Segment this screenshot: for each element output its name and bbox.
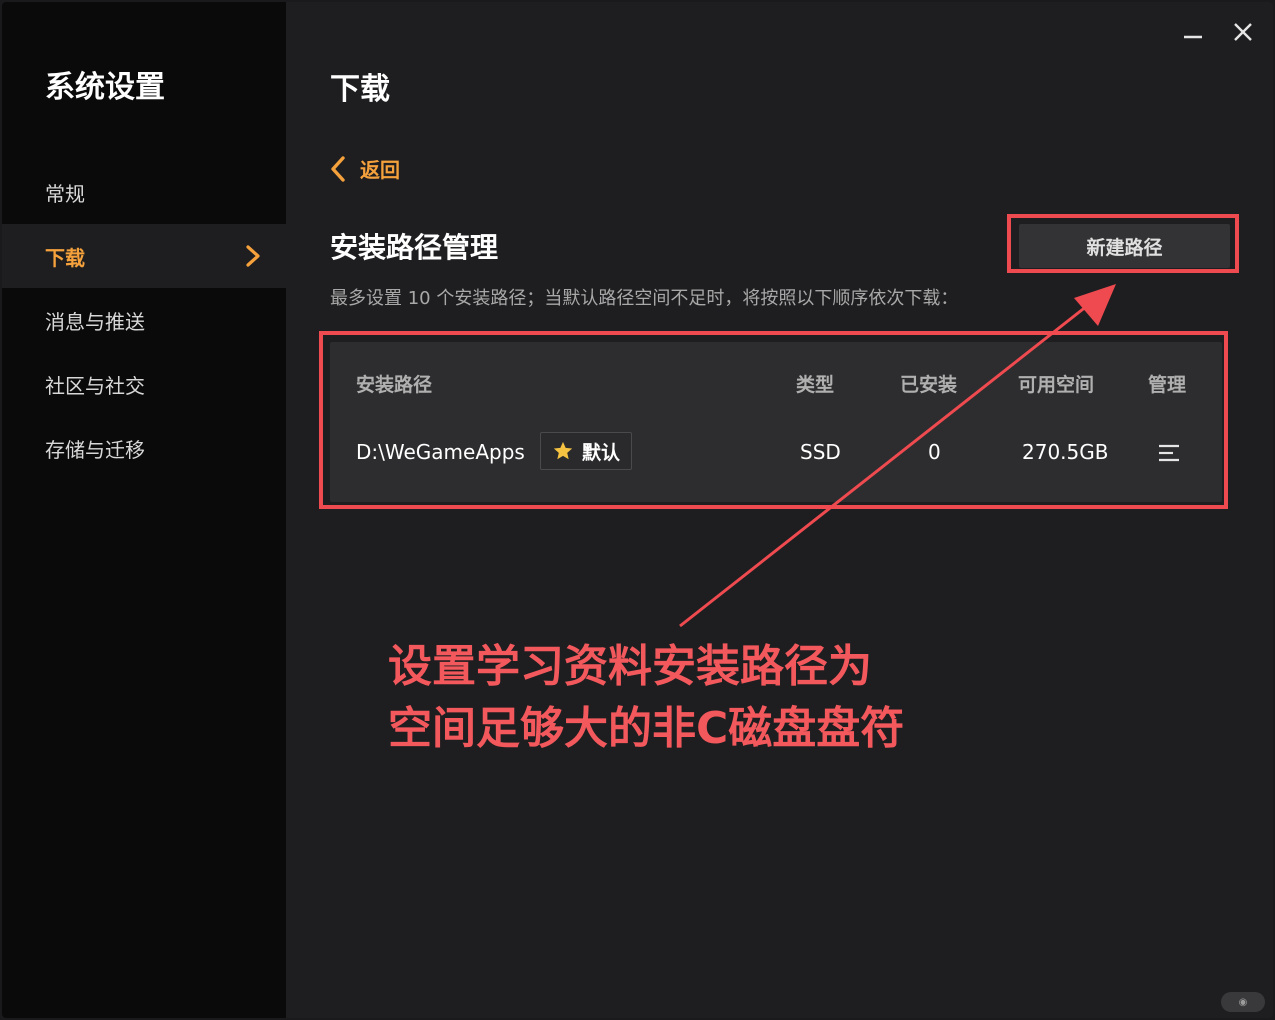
window-controls (1181, 20, 1255, 44)
sidebar-item-label: 存储与迁移 (45, 437, 145, 462)
hint-text: 最多设置 10 个安装路径；当默认路径空间不足时，将按照以下顺序依次下载： (330, 288, 959, 309)
back-label: 返回 (360, 158, 400, 182)
sidebar-item-label: 常规 (45, 181, 85, 206)
annotation-line-1: 设置学习资料安装路径为 (388, 641, 872, 692)
chevron-left-icon (331, 155, 345, 182)
settings-window: 系统设置 常规 下载 消息与推送 社区与社交 存储与迁移 下载 返回 安装路径管… (2, 2, 1273, 1018)
sidebar-item-notifications[interactable]: 消息与推送 (2, 288, 286, 352)
close-icon[interactable] (1231, 20, 1255, 44)
sidebar-item-storage[interactable]: 存储与迁移 (2, 416, 286, 480)
sidebar-item-download[interactable]: 下载 (2, 224, 286, 288)
minimize-icon[interactable] (1181, 20, 1205, 44)
highlight-box-path-table (319, 331, 1228, 509)
back-link[interactable]: 返回 (330, 154, 400, 183)
page-title: 下载 (330, 72, 390, 107)
section-title: 安装路径管理 (330, 231, 499, 264)
watermark-logo: ◉ (1221, 992, 1265, 1012)
main-panel: 下载 返回 安装路径管理 新建路径 最多设置 10 个安装路径；当默认路径空间不… (286, 2, 1273, 1018)
sidebar-title: 系统设置 (45, 70, 165, 105)
sidebar-item-social[interactable]: 社区与社交 (2, 352, 286, 416)
sidebar-item-label: 消息与推送 (45, 309, 145, 334)
highlight-box-new-path (1007, 214, 1239, 273)
sidebar-item-general[interactable]: 常规 (2, 160, 286, 224)
annotation-text: 设置学习资料安装路径为 空间足够大的非C磁盘盘符 (388, 636, 904, 760)
sidebar: 系统设置 常规 下载 消息与推送 社区与社交 存储与迁移 (2, 2, 286, 1018)
sidebar-item-label: 社区与社交 (45, 373, 145, 398)
sidebar-item-label: 下载 (45, 245, 85, 270)
annotation-line-2: 空间足够大的非C磁盘盘符 (388, 703, 905, 754)
chevron-right-icon (246, 245, 260, 267)
